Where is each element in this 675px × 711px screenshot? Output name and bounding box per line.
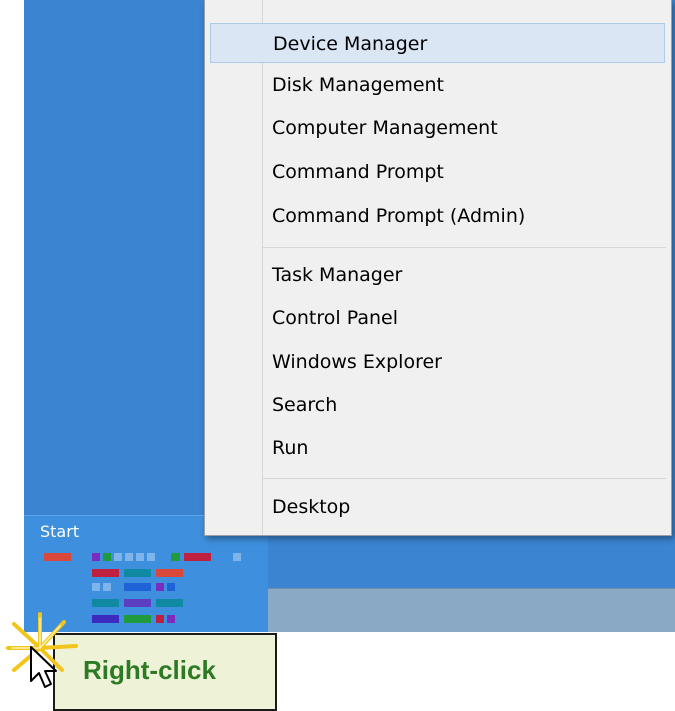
context-menu: Device Manager Disk Management Computer … bbox=[204, 0, 672, 536]
tile-teal3 bbox=[156, 599, 183, 607]
menu-item-search[interactable]: Search bbox=[210, 385, 665, 425]
screen-edge bbox=[0, 0, 24, 590]
desktop-strip bbox=[268, 548, 675, 588]
tile-red bbox=[44, 553, 71, 561]
menu-item-desktop[interactable]: Desktop bbox=[210, 487, 665, 527]
menu-item-run[interactable]: Run bbox=[210, 428, 665, 468]
tile-red2 bbox=[156, 615, 164, 623]
tile-crimson bbox=[184, 553, 211, 561]
tile-purple3 bbox=[167, 615, 175, 623]
menu-item-control-panel[interactable]: Control Panel bbox=[210, 298, 665, 338]
tile-teal2 bbox=[92, 599, 119, 607]
tile-purple2 bbox=[156, 583, 164, 591]
menu-separator bbox=[263, 247, 666, 248]
menu-separator bbox=[263, 478, 666, 479]
tile-violet bbox=[124, 599, 151, 607]
callout-text: Right-click bbox=[83, 655, 216, 685]
menu-item-task-manager[interactable]: Task Manager bbox=[210, 255, 665, 295]
menu-item-computer-management[interactable]: Computer Management bbox=[210, 108, 665, 148]
tile-blue2 bbox=[167, 583, 175, 591]
tile-green3 bbox=[124, 615, 151, 623]
tile-light5 bbox=[233, 553, 241, 561]
menu-item-command-prompt-admin[interactable]: Command Prompt (Admin) bbox=[210, 196, 665, 236]
tile-light7 bbox=[103, 583, 111, 591]
tile-light4 bbox=[147, 553, 155, 561]
tile-light6 bbox=[92, 583, 100, 591]
tile-blue bbox=[124, 583, 151, 591]
tile-purple bbox=[92, 553, 100, 561]
menu-item-device-manager[interactable]: Device Manager bbox=[210, 23, 665, 63]
tile-orange bbox=[156, 569, 183, 577]
tile-light3 bbox=[136, 553, 144, 561]
mouse-cursor-icon bbox=[30, 646, 57, 688]
menu-item-disk-management[interactable]: Disk Management bbox=[210, 65, 665, 105]
menu-item-windows-explorer[interactable]: Windows Explorer bbox=[210, 342, 665, 382]
tile-green2 bbox=[171, 553, 180, 561]
tile-indigo bbox=[92, 615, 119, 623]
start-label: Start bbox=[40, 522, 80, 541]
tile-crimson2 bbox=[92, 569, 119, 577]
tile-light2 bbox=[125, 553, 133, 561]
menu-item-command-prompt[interactable]: Command Prompt bbox=[210, 152, 665, 192]
tile-green bbox=[103, 553, 111, 561]
tile-teal bbox=[124, 569, 151, 577]
tile-light1 bbox=[114, 553, 122, 561]
